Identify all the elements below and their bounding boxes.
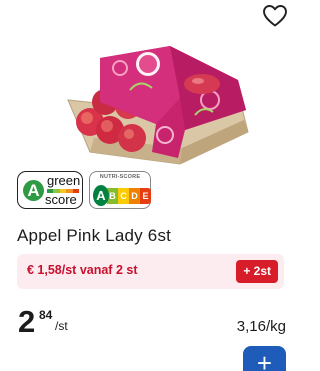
nutri-score-badge: NUTRI-SCORE A B C D E	[89, 171, 151, 209]
nutri-score-label: NUTRI-SCORE	[99, 174, 141, 180]
promo-add-button[interactable]: + 2st	[236, 260, 278, 283]
promo-text: € 1,58/st vanaf 2 st	[27, 263, 138, 277]
price-unit: /st	[55, 319, 68, 333]
unit-price: 3,16/kg	[236, 318, 286, 335]
product-title[interactable]: Appel Pink Lady 6st	[17, 226, 171, 246]
heart-outline-icon[interactable]	[262, 4, 288, 28]
green-score-grade: A	[23, 180, 44, 201]
price-integer: 2	[18, 304, 36, 339]
nutri-letter-a: A	[93, 185, 109, 206]
add-to-cart-button[interactable]: +	[243, 346, 286, 371]
green-score-badge: A green score	[17, 171, 83, 209]
green-score-line2: score	[45, 192, 77, 207]
price: 2 84 /st	[18, 304, 68, 339]
score-badges: A green score NUTRI-SCORE A B C D E	[17, 171, 151, 209]
green-score-line1: green	[47, 173, 81, 188]
nutri-letter-e: E	[140, 187, 151, 204]
nutri-letter-c: C	[118, 187, 129, 204]
price-decimals: 84	[39, 308, 53, 322]
nutri-letter-d: D	[129, 187, 140, 204]
promo-banner[interactable]: € 1,58/st vanaf 2 st + 2st	[17, 254, 284, 289]
apple-tray-image[interactable]	[60, 40, 250, 165]
nutri-score-letters: A B C D E	[93, 185, 151, 206]
product-card[interactable]: A green score NUTRI-SCORE A B C D E Appe…	[0, 0, 295, 371]
